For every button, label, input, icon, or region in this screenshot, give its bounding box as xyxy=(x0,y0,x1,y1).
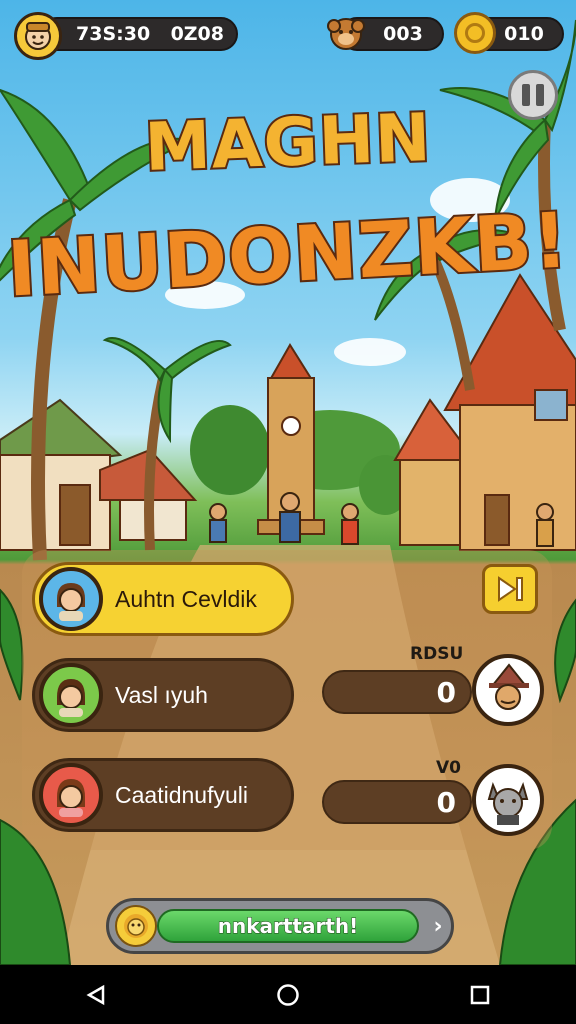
home-circle-icon xyxy=(277,983,299,1006)
timer-text: 73S:30 xyxy=(76,23,151,45)
player-name: Vasl ıyuh xyxy=(115,681,208,708)
play-skip-icon xyxy=(498,576,523,602)
coin-icon xyxy=(454,12,496,54)
chevron-right-icon[interactable]: › xyxy=(427,911,449,941)
opponent-score: 0 xyxy=(322,670,472,714)
opponent-avatar-cat[interactable] xyxy=(472,764,544,836)
back-button[interactable] xyxy=(66,975,126,1015)
player-row-2[interactable]: Vasl ıyuh xyxy=(32,658,294,732)
recents-square-icon xyxy=(470,985,490,1004)
system-nav-bar xyxy=(0,965,576,1024)
player-avatar xyxy=(39,663,103,727)
player-face-icon[interactable] xyxy=(14,12,62,60)
play-button[interactable] xyxy=(482,564,538,614)
opponent-label: V0 xyxy=(436,758,461,778)
player-row-3[interactable]: Caatidnufyuli xyxy=(32,758,294,832)
player-avatar xyxy=(39,763,103,827)
score-text: 0 xyxy=(436,785,456,819)
recents-button[interactable] xyxy=(450,975,510,1015)
player-avatar xyxy=(39,567,103,631)
opponent-label: RDSU xyxy=(410,644,464,664)
player-name: Auhtn Cevldik xyxy=(115,585,257,612)
score-text: 0 xyxy=(436,675,456,709)
creature-count-text: 003 xyxy=(383,23,423,45)
lion-icon xyxy=(115,905,157,947)
opponent-score: 0 xyxy=(322,780,472,824)
coin-count-text: 010 xyxy=(504,23,544,45)
monkey-icon xyxy=(326,10,366,54)
action-bar[interactable]: nnkarttarth! › xyxy=(106,898,454,954)
opponent-avatar-witch[interactable] xyxy=(472,654,544,726)
player-name: Caatidnufyuli xyxy=(115,781,248,808)
player-row-1[interactable]: Auhtn Cevldik xyxy=(32,562,294,636)
timer-bar: 73S:30 0Z08 xyxy=(40,17,238,51)
game-scene: 73S:30 0Z08 003 010 MAGHN INUDONZKB! Auh… xyxy=(0,0,576,965)
action-label: nnkarttarth! xyxy=(217,914,359,939)
action-button[interactable]: nnkarttarth! xyxy=(157,909,419,943)
home-button[interactable] xyxy=(258,975,318,1015)
back-triangle-icon xyxy=(86,984,105,1005)
left-counter-text: 0Z08 xyxy=(170,23,224,45)
